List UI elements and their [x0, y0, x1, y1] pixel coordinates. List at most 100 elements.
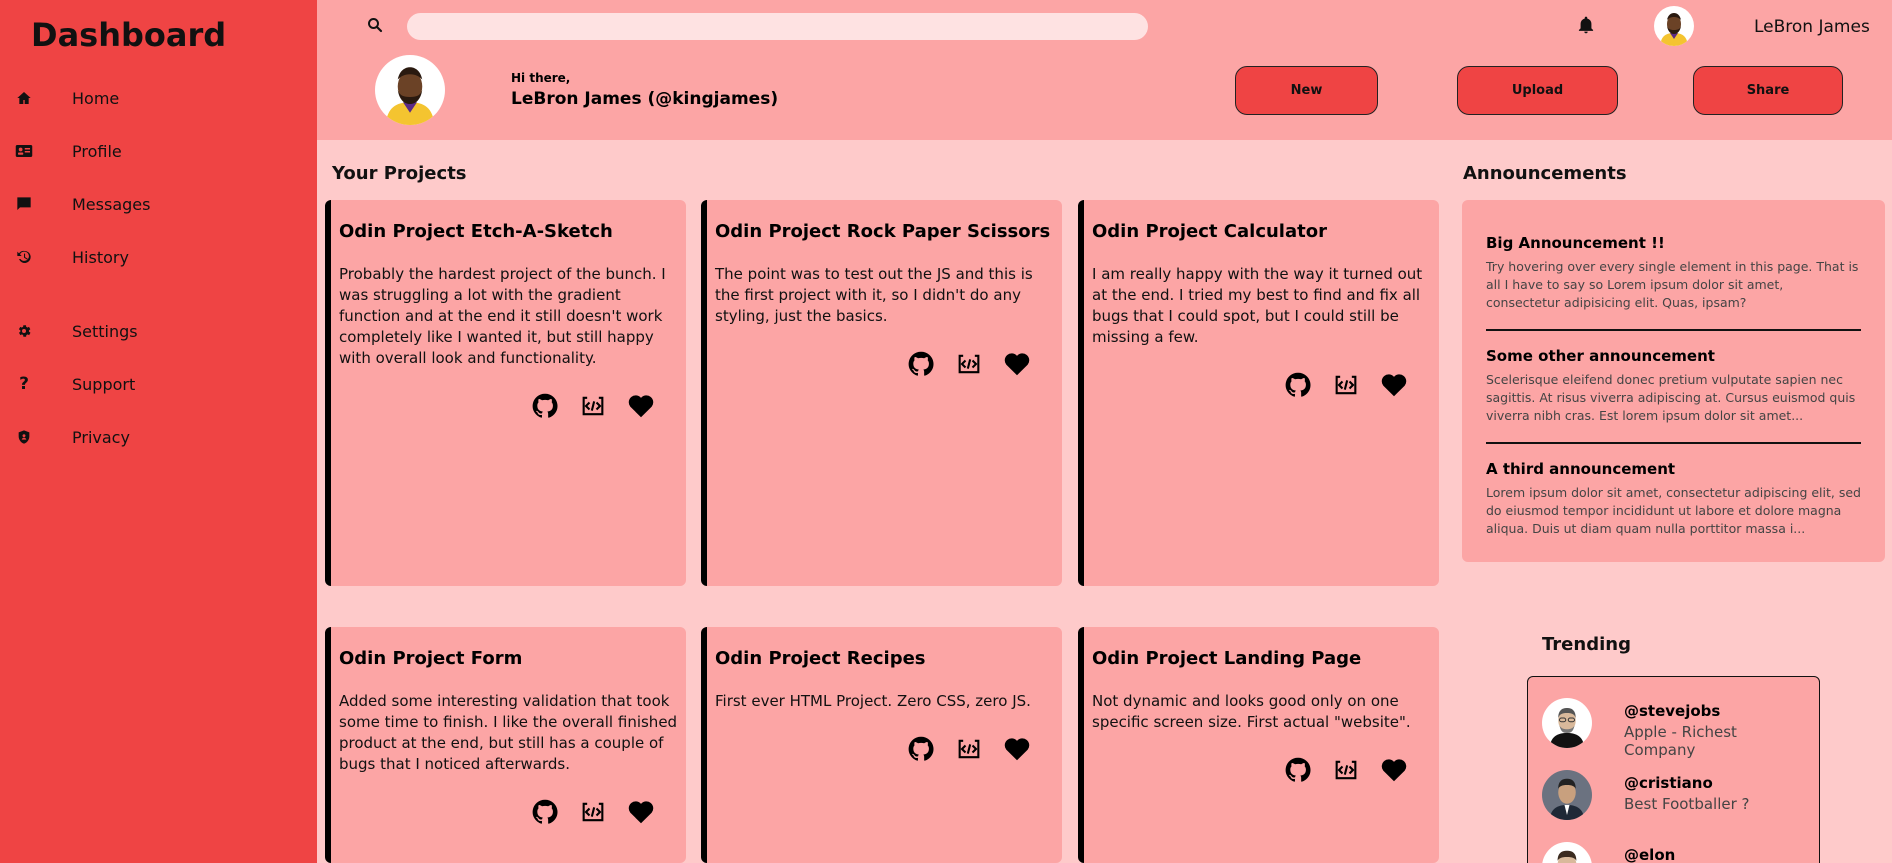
code-preview-icon[interactable]	[578, 391, 608, 421]
project-description: Probably the hardest project of the bunc…	[339, 265, 666, 368]
project-card[interactable]: Odin Project Landing Page Not dynamic an…	[1078, 627, 1439, 863]
upload-button[interactable]: Upload	[1457, 66, 1618, 115]
announcement-item[interactable]: A third announcement Lorem ipsum dolor s…	[1486, 444, 1861, 538]
trending-item[interactable]: @elon	[1542, 842, 1812, 863]
shield-icon	[14, 427, 34, 447]
history-icon	[14, 247, 34, 267]
avatar	[1542, 770, 1592, 820]
sidebar: Dashboard Home Profile Messages History …	[0, 0, 317, 863]
heart-icon[interactable]	[1002, 734, 1032, 764]
heart-icon[interactable]	[1379, 755, 1409, 785]
projects-title: Your Projects	[332, 163, 467, 184]
trending-item[interactable]: @stevejobs Apple - Richest Company	[1542, 698, 1812, 759]
github-icon[interactable]	[906, 734, 936, 764]
trending-panel: @stevejobs Apple - Richest Company @cris…	[1527, 676, 1820, 863]
project-description: The point was to test out the JS and thi…	[715, 265, 1033, 326]
project-card[interactable]: Odin Project Calculator I am really happ…	[1078, 200, 1439, 586]
announcements-title: Announcements	[1463, 163, 1627, 184]
greeting: Hi there,	[511, 71, 571, 85]
search-input[interactable]	[407, 13, 1148, 40]
code-preview-icon[interactable]	[954, 349, 984, 379]
project-title: Odin Project Form	[339, 648, 523, 669]
github-icon[interactable]	[530, 797, 560, 827]
project-actions	[1092, 370, 1431, 400]
sidebar-item-home[interactable]: Home	[0, 80, 317, 116]
announcement-title: A third announcement	[1486, 460, 1676, 478]
announcement-text: Try hovering over every single element i…	[1486, 259, 1859, 310]
heart-icon[interactable]	[626, 391, 656, 421]
trending-handle: @cristiano	[1624, 774, 1713, 792]
question-icon: ?	[19, 374, 29, 394]
announcement-item[interactable]: Some other announcement Scelerisque elei…	[1486, 331, 1861, 444]
trending-item[interactable]: @cristiano Best Footballer ?	[1542, 770, 1812, 830]
project-description: Not dynamic and looks good only on one s…	[1092, 692, 1411, 732]
project-description: Added some interesting validation that t…	[339, 692, 678, 774]
announcement-item[interactable]: Big Announcement !! Try hovering over ev…	[1486, 200, 1861, 331]
new-button[interactable]: New	[1235, 66, 1378, 115]
announcement-title: Big Announcement !!	[1486, 234, 1665, 252]
announcement-text: Lorem ipsum dolor sit amet, consectetur …	[1486, 485, 1861, 536]
announcement-title: Some other announcement	[1486, 347, 1715, 365]
project-title: Odin Project Calculator	[1092, 221, 1327, 242]
project-title: Odin Project Landing Page	[1092, 648, 1362, 669]
avatar	[1542, 698, 1592, 748]
github-icon[interactable]	[906, 349, 936, 379]
github-icon[interactable]	[1283, 755, 1313, 785]
project-card[interactable]: Odin Project Rock Paper Scissors The poi…	[701, 200, 1062, 586]
header-user-name[interactable]: LeBron James	[1754, 17, 1870, 37]
sidebar-item-support[interactable]: ? Support	[0, 366, 317, 402]
project-actions	[339, 797, 678, 827]
header: LeBron James Hi there, LeBron James (@ki…	[317, 0, 1892, 140]
project-actions	[715, 734, 1054, 764]
project-card[interactable]: Odin Project Etch-A-Sketch Probably the …	[325, 200, 686, 586]
sidebar-item-profile[interactable]: Profile	[0, 133, 317, 169]
project-card[interactable]: Odin Project Form Added some interesting…	[325, 627, 686, 863]
announcements-panel: Big Announcement !! Try hovering over ev…	[1462, 200, 1885, 562]
bell-icon[interactable]	[1576, 15, 1598, 37]
trending-description: Apple - Richest Company	[1624, 723, 1737, 759]
trending-description: Best Footballer ?	[1624, 795, 1750, 813]
sidebar-item-privacy[interactable]: Privacy	[0, 419, 317, 455]
dashboard-title: Dashboard	[31, 16, 227, 54]
project-title: Odin Project Etch-A-Sketch	[339, 221, 613, 242]
search-icon[interactable]	[366, 16, 386, 36]
sidebar-item-label: Settings	[72, 321, 138, 341]
github-icon[interactable]	[530, 391, 560, 421]
code-preview-icon[interactable]	[1331, 755, 1361, 785]
trending-handle: @stevejobs	[1624, 702, 1721, 720]
project-description: I am really happy with the way it turned…	[1092, 265, 1423, 347]
heart-icon[interactable]	[1002, 349, 1032, 379]
project-actions	[339, 391, 678, 421]
project-title: Odin Project Rock Paper Scissors	[715, 221, 1051, 242]
sidebar-item-messages[interactable]: Messages	[0, 186, 317, 222]
github-icon[interactable]	[1283, 370, 1313, 400]
heart-icon[interactable]	[626, 797, 656, 827]
sidebar-item-label: Messages	[72, 194, 151, 214]
announcement-text: Scelerisque eleifend donec pretium vulpu…	[1486, 372, 1856, 423]
sidebar-item-settings[interactable]: Settings	[0, 313, 317, 349]
share-button[interactable]: Share	[1693, 66, 1843, 115]
project-description: First ever HTML Project. Zero CSS, zero …	[715, 692, 1031, 711]
gear-icon	[14, 321, 34, 341]
trending-title: Trending	[1542, 634, 1631, 655]
id-card-icon	[14, 141, 34, 161]
sidebar-item-label: History	[72, 247, 129, 267]
home-icon	[14, 88, 34, 108]
project-card[interactable]: Odin Project Recipes First ever HTML Pro…	[701, 627, 1062, 863]
sidebar-item-history[interactable]: History	[0, 239, 317, 275]
chat-icon	[14, 194, 34, 214]
sidebar-item-label: Profile	[72, 141, 122, 161]
project-actions	[715, 349, 1054, 379]
code-preview-icon[interactable]	[954, 734, 984, 764]
heart-icon[interactable]	[1379, 370, 1409, 400]
avatar[interactable]	[1654, 6, 1694, 46]
profile-full-name: LeBron James (@kingjames)	[511, 89, 779, 109]
sidebar-item-label: Support	[72, 374, 136, 394]
project-actions	[1092, 755, 1431, 785]
project-title: Odin Project Recipes	[715, 648, 926, 669]
avatar	[1542, 842, 1592, 863]
sidebar-item-label: Privacy	[72, 427, 130, 447]
sidebar-item-label: Home	[72, 88, 120, 108]
code-preview-icon[interactable]	[1331, 370, 1361, 400]
code-preview-icon[interactable]	[578, 797, 608, 827]
